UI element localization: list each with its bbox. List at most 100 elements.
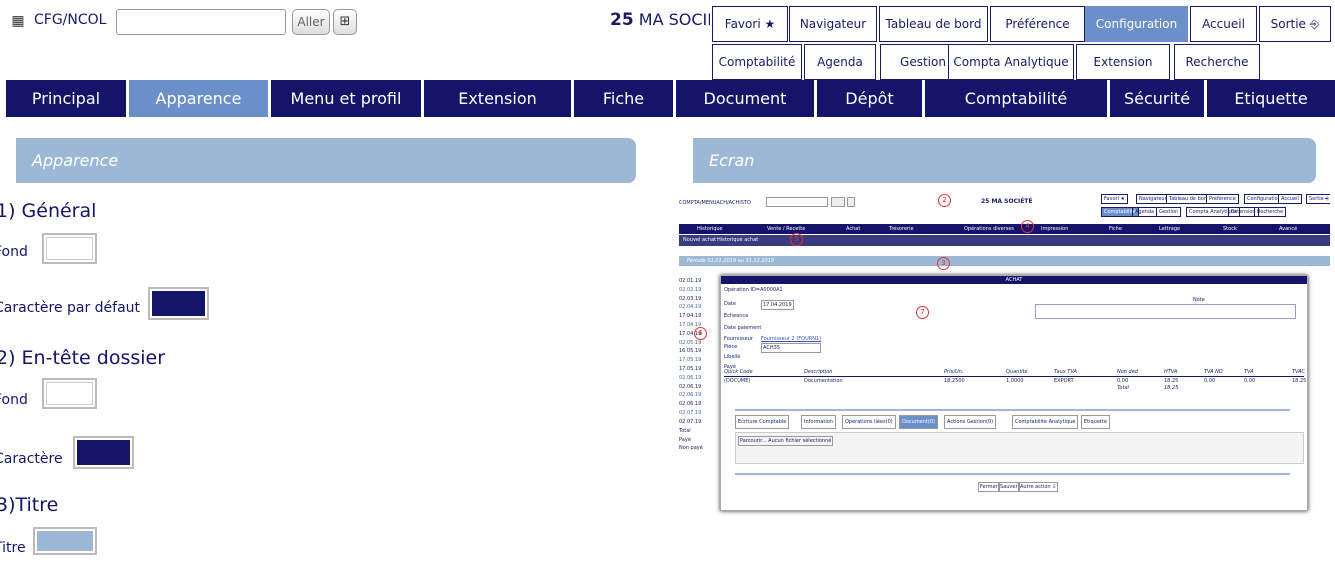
preview-operation: Opération ID=A0000A1 — [724, 287, 783, 293]
caractere-entete-color-picker[interactable] — [73, 436, 134, 469]
preview-list-date: 02.01.19 — [679, 278, 702, 284]
nav-tab-1[interactable]: Apparence — [129, 80, 268, 117]
preview-date-value: 17.04.2019 — [761, 300, 794, 310]
preview-col-header: TVAC — [1292, 369, 1306, 375]
screen-preview: COMPTA/MENUACH/ACHISTO 25 MA SOCIÉTÉ Fav… — [676, 190, 1330, 520]
preview-cell: 18,25 — [1164, 378, 1179, 384]
nav-tab-9[interactable]: Etiquette — [1207, 80, 1335, 117]
nav-tab-0[interactable]: Principal — [6, 80, 126, 117]
preview-list-footer: Non payé — [679, 445, 703, 451]
preview-field-label: Echeance — [724, 313, 749, 319]
preview-period-bar: Période 01.01.2019 au 31.12.2019 — [679, 256, 1330, 266]
preview-list-footer: Payé — [679, 436, 691, 443]
preview-list-date: 02.06.19 — [679, 383, 702, 390]
top-menu-2[interactable]: Tableau de bord — [879, 6, 988, 42]
top-menu2-4[interactable]: Extension — [1076, 44, 1170, 80]
preview-note-label: Note — [1193, 297, 1205, 303]
preview-action-1: Sauver — [998, 482, 1020, 492]
preview-lines-table: Quick Code Description Prix/Un. Quantité Tau… — [724, 369, 1306, 394]
preview-list-footer: Total — [679, 428, 691, 434]
preview-list-date: 02.06.19 — [679, 392, 702, 399]
ecran-header: Ecran — [693, 138, 1316, 183]
preview-list-date: 02.06.19 — [679, 401, 702, 408]
top-menu-6[interactable]: Sortie ⎆ — [1259, 6, 1331, 42]
preview-list-date: 17.05.19 — [679, 366, 702, 372]
preview-menu-0: Favori ★ — [1101, 194, 1129, 204]
preview-cell: 0,00 — [1204, 378, 1216, 384]
preview-subtab-new: Nouvel achat — [683, 237, 716, 243]
current-screen-code: CFG/NCOL — [34, 12, 107, 28]
preview-list-date: 02.06.19 — [679, 374, 702, 381]
preview-menu2-5: Recherche — [1254, 207, 1287, 217]
top-menu2-5[interactable]: Recherche — [1174, 44, 1260, 80]
grid-menu-icon[interactable]: ⊞ — [333, 9, 357, 35]
top-menu-1[interactable]: Navigateur — [789, 6, 877, 42]
preview-bottom-tab-2: Opérations liées(0) — [842, 415, 896, 429]
top-menu-0[interactable]: Favori ★ — [712, 6, 788, 42]
preview-bottom-tab-3: Document(0) — [899, 415, 938, 429]
screen-code-input[interactable] — [116, 9, 286, 35]
preview-list-date: 02.07.19 — [679, 418, 702, 425]
preview-cell: Documentation — [804, 378, 843, 384]
nav-tab-8[interactable]: Sécurité — [1110, 80, 1204, 117]
top-menu-3[interactable]: Préférence — [990, 6, 1085, 42]
preview-bottom-tab-1: Information — [801, 415, 836, 429]
preview-grid-icon — [847, 197, 855, 207]
nav-tab-4[interactable]: Fiche — [574, 80, 673, 117]
preview-tab-5: Impression — [1041, 226, 1069, 232]
fond-entete-label: Fond — [0, 392, 28, 408]
fond-color-picker[interactable] — [42, 233, 97, 264]
aller-button[interactable]: Aller — [292, 9, 330, 35]
top-menu2-0[interactable]: Comptabilité — [712, 44, 802, 80]
preview-cell: EXPORT — [1054, 378, 1074, 384]
preview-list-date: 02.04.19 — [679, 304, 702, 311]
preview-tab-6: Fiche — [1109, 226, 1122, 232]
preview-tab-9: Avancé — [1279, 226, 1298, 232]
preview-subtabbar: Nouvel achat Historique achat — [679, 235, 1330, 246]
top-menu2-1[interactable]: Agenda — [804, 44, 876, 80]
preview-company: 25 MA SOCIÉTÉ — [981, 198, 1033, 205]
preview-file-button: Parcourir... Aucun fichier sélectionné — [738, 436, 834, 446]
preview-list-date: 02.07.19 — [679, 410, 702, 416]
annotation-marker-2: 2 — [938, 194, 951, 207]
nav-tab-6[interactable]: Dépôt — [817, 80, 922, 117]
caractere-defaut-label: Caractère par défaut — [0, 300, 141, 316]
preview-tab-4: Opérations diverses — [964, 226, 1015, 232]
section-general-title: 1) Général — [0, 200, 97, 222]
preview-list-date: 16.05.19 — [679, 348, 702, 355]
preview-cell: 0,00 — [1244, 378, 1256, 384]
caractere-defaut-color-picker[interactable] — [148, 287, 209, 320]
preview-tab-3: Trésorerie — [889, 226, 914, 232]
top-menu-4[interactable]: Configuration — [1085, 6, 1188, 42]
fond-entete-color-picker[interactable] — [42, 378, 97, 409]
preview-tab-7: Lettrage — [1159, 226, 1181, 232]
preview-tab-2: Achat — [846, 226, 861, 232]
annotation-marker-3: 3 — [937, 257, 950, 270]
apparence-header: Apparence — [16, 138, 636, 183]
preview-tabbar: Historique Vente / Recette Achat Trésorerie… — [679, 224, 1330, 234]
preview-code: COMPTA/MENUACH/ACHISTO — [679, 200, 751, 206]
preview-bottom-tab-0: Ecriture Comptable — [735, 415, 790, 429]
preview-list-date: 02.05.19 — [679, 339, 702, 346]
calculator-icon[interactable]: ▦ — [8, 12, 28, 30]
preview-list-date: 02.02.19 — [679, 286, 702, 293]
preview-piece: ACH35 — [761, 343, 821, 353]
preview-list-date: 17.04.19 — [679, 313, 702, 320]
section-titre-title: 3)Titre — [0, 494, 59, 516]
nav-tab-5[interactable]: Document — [676, 80, 814, 117]
titre-label: Titre — [0, 540, 26, 556]
preview-action-0: Fermer — [978, 482, 1000, 492]
top-menu2-3[interactable]: Compta Analytique — [948, 44, 1074, 80]
preview-menu-1: Navigateur — [1136, 194, 1170, 204]
preview-doc-panel: Parcourir... Aucun fichier sélectionné — [735, 432, 1304, 464]
preview-col-header: Quick Code — [724, 369, 753, 375]
nav-tab-7[interactable]: Comptabilité — [925, 80, 1107, 117]
titre-color-picker[interactable] — [33, 527, 97, 555]
preview-menu2-2: Gestion — [1156, 207, 1182, 217]
preview-action-2: Autre action ⇩ — [1018, 482, 1059, 492]
preview-field-label: Pièce — [724, 344, 738, 350]
top-menu-5[interactable]: Accueil — [1190, 6, 1257, 42]
nav-tab-2[interactable]: Menu et profil — [271, 80, 421, 117]
preview-bottom-tab-5: Comptabilité Analytique — [1012, 415, 1079, 429]
nav-tab-3[interactable]: Extension — [424, 80, 571, 117]
